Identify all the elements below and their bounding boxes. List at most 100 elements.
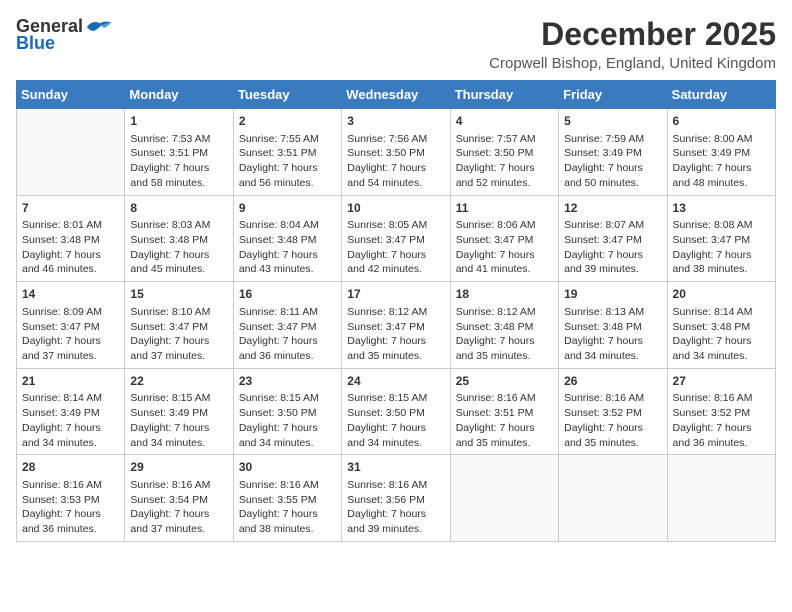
calendar-header-monday: Monday [125,81,233,109]
day-number: 10 [347,200,444,217]
calendar-cell [450,455,558,542]
sunset-text: Sunset: 3:49 PM [22,407,100,419]
calendar-week-1: 1Sunrise: 7:53 AMSunset: 3:51 PMDaylight… [17,109,776,196]
calendar-week-5: 28 Sunrise: 8:16 AM Sunset: 3:53 PM Dayligh… [17,455,776,542]
day-number: 15 [130,286,227,303]
daylight-text: Daylight: 7 hours and 38 minutes. [239,508,318,535]
calendar-week-4: 21Sunrise: 8:14 AMSunset: 3:49 PMDayligh… [17,368,776,455]
day-number: 26 [564,373,661,390]
day-number: 17 [347,286,444,303]
daylight-text: Daylight: 7 hours and 36 minutes. [22,508,101,535]
sunset-text: Sunset: 3:52 PM [673,407,751,419]
calendar-header-saturday: Saturday [667,81,775,109]
calendar-cell: 25Sunrise: 8:16 AMSunset: 3:51 PMDayligh… [450,368,558,455]
sunset-text: Sunset: 3:52 PM [564,407,642,419]
calendar-cell: 11Sunrise: 8:06 AMSunset: 3:47 PMDayligh… [450,195,558,282]
sunset-text: Sunset: 3:47 PM [347,234,425,246]
sunset-text: Sunset: 3:47 PM [456,234,534,246]
calendar-cell: 18Sunrise: 8:12 AMSunset: 3:48 PMDayligh… [450,282,558,369]
day-number: 12 [564,200,661,217]
calendar-cell: 19Sunrise: 8:13 AMSunset: 3:48 PMDayligh… [559,282,667,369]
sunrise-text: Sunrise: 8:04 AM [239,219,319,231]
daylight-text: Daylight: 7 hours and 35 minutes. [564,422,643,449]
daylight-text: Daylight: 7 hours and 37 minutes. [130,335,209,362]
daylight-text: Daylight: 7 hours and 38 minutes. [673,249,752,276]
sunset-text: Sunset: 3:49 PM [673,147,751,159]
sunset-text: Sunset: 3:48 PM [22,234,100,246]
sunrise-text: Sunrise: 7:53 AM [130,133,210,145]
day-number: 19 [564,286,661,303]
calendar-cell: 31Sunrise: 8:16 AMSunset: 3:56 PMDayligh… [342,455,450,542]
sunset-text: Sunset: 3:49 PM [130,407,208,419]
day-number: 21 [22,373,119,390]
sunrise-text: Sunrise: 7:57 AM [456,133,536,145]
sunrise-text: Sunrise: 8:15 AM [239,392,319,404]
day-number: 25 [456,373,553,390]
daylight-text: Daylight: 7 hours and 48 minutes. [673,162,752,189]
day-number: 27 [673,373,770,390]
daylight-text: Daylight: 7 hours and 39 minutes. [564,249,643,276]
calendar-cell: 7Sunrise: 8:01 AMSunset: 3:48 PMDaylight… [17,195,125,282]
sunset-text: Sunset: 3:47 PM [239,321,317,333]
calendar-header-thursday: Thursday [450,81,558,109]
sunset-text: Sunset: 3:51 PM [239,147,317,159]
sunset-text: Sunset: 3:49 PM [564,147,642,159]
day-number: 13 [673,200,770,217]
day-number: 23 [239,373,336,390]
sunset-text: Sunset: 3:51 PM [456,407,534,419]
day-number: 16 [239,286,336,303]
sunset-text: Sunset: 3:55 PM [239,494,317,506]
daylight-text: Daylight: 7 hours and 58 minutes. [130,162,209,189]
daylight-text: Daylight: 7 hours and 46 minutes. [22,249,101,276]
sunset-text: Sunset: 3:53 PM [22,494,100,506]
day-number: 20 [673,286,770,303]
day-number: 14 [22,286,119,303]
day-number: 28 [22,459,119,476]
sunrise-text: Sunrise: 8:16 AM [22,479,102,491]
sunrise-text: Sunrise: 8:14 AM [673,306,753,318]
sunrise-text: Sunrise: 8:15 AM [347,392,427,404]
calendar-cell: 30Sunrise: 8:16 AMSunset: 3:55 PMDayligh… [233,455,341,542]
daylight-text: Daylight: 7 hours and 35 minutes. [456,335,535,362]
sunrise-text: Sunrise: 8:16 AM [130,479,210,491]
sunrise-text: Sunrise: 8:16 AM [456,392,536,404]
sunrise-text: Sunrise: 8:12 AM [347,306,427,318]
sunrise-text: Sunrise: 7:59 AM [564,133,644,145]
sunrise-text: Sunrise: 8:13 AM [564,306,644,318]
daylight-text: Daylight: 7 hours and 34 minutes. [239,422,318,449]
day-number: 24 [347,373,444,390]
calendar-cell [559,455,667,542]
sunset-text: Sunset: 3:50 PM [456,147,534,159]
sunrise-text: Sunrise: 8:16 AM [673,392,753,404]
sunset-text: Sunset: 3:48 PM [673,321,751,333]
calendar-cell: 27 Sunrise: 8:16 AM Sunset: 3:52 PM Dayligh… [667,368,775,455]
daylight-text: Daylight: 7 hours and 36 minutes. [673,422,752,449]
sunset-text: Sunset: 3:48 PM [456,321,534,333]
calendar-cell: 4Sunrise: 7:57 AMSunset: 3:50 PMDaylight… [450,109,558,196]
day-number: 29 [130,459,227,476]
calendar-cell: 20 Sunrise: 8:14 AM Sunset: 3:48 PM Dayligh… [667,282,775,369]
sunrise-text: Sunrise: 8:15 AM [130,392,210,404]
daylight-text: Daylight: 7 hours and 34 minutes. [130,422,209,449]
sunrise-text: Sunrise: 8:06 AM [456,219,536,231]
calendar-cell: 9Sunrise: 8:04 AMSunset: 3:48 PMDaylight… [233,195,341,282]
calendar-week-2: 7Sunrise: 8:01 AMSunset: 3:48 PMDaylight… [17,195,776,282]
daylight-text: Daylight: 7 hours and 52 minutes. [456,162,535,189]
calendar-cell: 15Sunrise: 8:10 AMSunset: 3:47 PMDayligh… [125,282,233,369]
calendar-cell: 22Sunrise: 8:15 AMSunset: 3:49 PMDayligh… [125,368,233,455]
calendar-cell [17,109,125,196]
sunrise-text: Sunrise: 7:56 AM [347,133,427,145]
sunrise-text: Sunrise: 8:12 AM [456,306,536,318]
daylight-text: Daylight: 7 hours and 35 minutes. [347,335,426,362]
sunrise-text: Sunrise: 8:09 AM [22,306,102,318]
daylight-text: Daylight: 7 hours and 34 minutes. [22,422,101,449]
day-number: 9 [239,200,336,217]
day-number: 11 [456,200,553,217]
day-number: 5 [564,113,661,130]
calendar-cell: 28 Sunrise: 8:16 AM Sunset: 3:53 PM Dayligh… [17,455,125,542]
calendar-cell: 21Sunrise: 8:14 AMSunset: 3:49 PMDayligh… [17,368,125,455]
daylight-text: Daylight: 7 hours and 34 minutes. [673,335,752,362]
sunset-text: Sunset: 3:48 PM [239,234,317,246]
daylight-text: Daylight: 7 hours and 34 minutes. [564,335,643,362]
calendar-cell: 29Sunrise: 8:16 AMSunset: 3:54 PMDayligh… [125,455,233,542]
